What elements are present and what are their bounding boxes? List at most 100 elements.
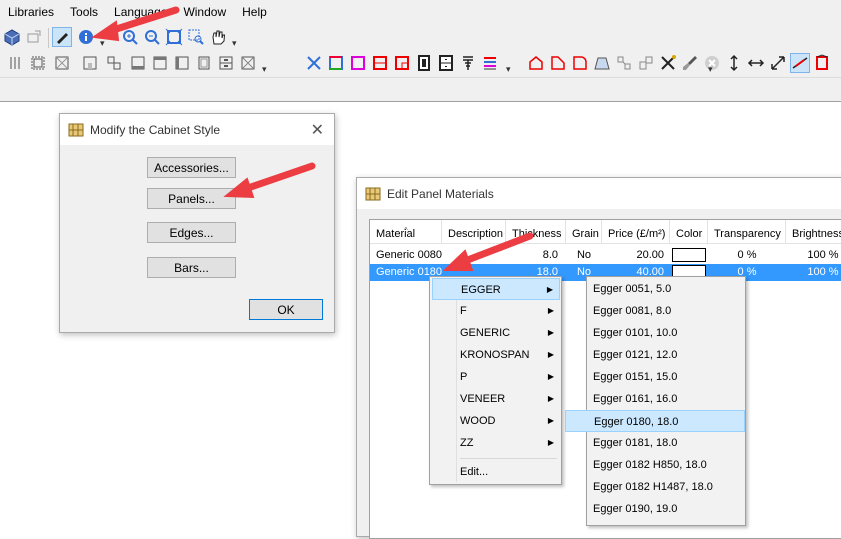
dialog-title: Edit Panel Materials	[387, 186, 494, 201]
lines-icon[interactable]	[480, 53, 500, 73]
panel-7-icon[interactable]	[150, 53, 170, 73]
submenu-item[interactable]: Egger 0121, 12.0	[589, 344, 745, 366]
panel-9-icon[interactable]	[194, 53, 214, 73]
drawer-icon[interactable]	[436, 53, 456, 73]
color-panel-icon[interactable]	[326, 53, 346, 73]
brush-icon[interactable]	[680, 53, 700, 73]
panel-2-icon[interactable]	[28, 53, 48, 73]
menu-item-edit[interactable]: Edit...	[432, 461, 560, 483]
column-color[interactable]: Color	[670, 220, 708, 244]
material-context-menu: EGGER ▶ F ▶ GENERIC ▶ KRONOSPAN ▶ P ▶ VENEER ▶…	[429, 276, 562, 485]
3d-view-icon[interactable]	[2, 27, 22, 47]
shape-3-icon[interactable]	[570, 53, 590, 73]
submenu-item[interactable]: Egger 0181, 18.0	[589, 432, 745, 454]
menu-libraries[interactable]: Libraries	[0, 0, 62, 24]
menu-item-kronospan[interactable]: KRONOSPAN ▶	[432, 344, 560, 366]
submenu-item[interactable]: Egger 0182 H850, 18.0	[589, 454, 745, 476]
table-row[interactable]: Generic 0080 8.0 No 20.00 0 % 100 %	[370, 247, 841, 264]
move-icon[interactable]	[24, 27, 44, 47]
menu-language[interactable]: Language	[106, 0, 175, 24]
panel-3-icon[interactable]	[52, 53, 72, 73]
diagonal-icon[interactable]	[768, 53, 788, 73]
shape-5-icon[interactable]	[614, 53, 634, 73]
menu-item-egger[interactable]: EGGER ▶	[432, 278, 560, 300]
pencil-icon[interactable]	[52, 27, 72, 47]
zoom-out-icon[interactable]	[142, 27, 162, 47]
panel-1-icon[interactable]	[6, 53, 26, 73]
bars-button[interactable]: Bars...	[147, 257, 236, 278]
pan-hand-icon[interactable]	[208, 27, 228, 47]
submenu-item[interactable]: Egger 0182 H1487, 18.0	[589, 476, 745, 498]
height-icon[interactable]	[724, 53, 744, 73]
cabinet-style-dialog: Modify the Cabinet Style ✕ Accessories..…	[59, 113, 335, 333]
submenu-item-selected[interactable]: Egger 0180, 18.0	[565, 410, 745, 432]
panel-4-icon[interactable]	[80, 53, 100, 73]
toolbar-grip-icon[interactable]: ▾	[262, 64, 267, 75]
toolbar-strip	[0, 78, 841, 102]
panel-6-icon[interactable]	[128, 53, 148, 73]
menu-item-p[interactable]: P ▶	[432, 366, 560, 388]
accessories-button[interactable]: Accessories...	[147, 157, 236, 178]
panel-11-icon[interactable]	[238, 53, 258, 73]
submenu-arrow-icon: ▶	[547, 306, 554, 315]
column-material[interactable]: ^ Material	[370, 220, 442, 244]
menu-item-f[interactable]: F ▶	[432, 300, 560, 322]
info-icon[interactable]	[76, 27, 96, 47]
panel-5-icon[interactable]	[104, 53, 124, 73]
shape-6-icon[interactable]	[636, 53, 656, 73]
dialog-titlebar[interactable]: Modify the Cabinet Style ✕	[60, 114, 334, 145]
menu-item-veneer[interactable]: VENEER ▶	[432, 388, 560, 410]
depth-icon[interactable]	[812, 53, 832, 73]
menu-window[interactable]: Window	[175, 0, 234, 24]
zoom-in-icon[interactable]	[120, 27, 140, 47]
zoom-window-icon[interactable]	[186, 27, 206, 47]
menu-item-zz[interactable]: ZZ ▶	[432, 432, 560, 454]
panel-10-icon[interactable]	[216, 53, 236, 73]
toolbar-grip-icon[interactable]: ▾	[232, 38, 237, 49]
shape-2-icon[interactable]	[548, 53, 568, 73]
submenu-item[interactable]: Egger 0151, 15.0	[589, 366, 745, 388]
measure-icon[interactable]	[790, 53, 810, 73]
column-grain[interactable]: Grain	[566, 220, 602, 244]
ok-button[interactable]: OK	[249, 299, 323, 320]
toolbar-grip-icon[interactable]: ▾	[708, 64, 713, 75]
column-price[interactable]: Price (£/m²)	[602, 220, 670, 244]
panels-button[interactable]: Panels...	[147, 188, 236, 209]
close-icon[interactable]: ✕	[311, 120, 324, 140]
magenta-panel-icon[interactable]	[348, 53, 368, 73]
zoom-fit-icon[interactable]	[164, 27, 184, 47]
submenu-arrow-icon: ▶	[547, 438, 554, 447]
menu-help[interactable]: Help	[234, 0, 275, 24]
menu-tools[interactable]: Tools	[62, 0, 106, 24]
menu-item-wood[interactable]: WOOD ▶	[432, 410, 560, 432]
toolbar-grip-icon[interactable]: ▾	[100, 38, 105, 49]
door-icon[interactable]	[414, 53, 434, 73]
shape-4-icon[interactable]	[592, 53, 612, 73]
menu-item-generic[interactable]: GENERIC ▶	[432, 322, 560, 344]
red-grid-icon[interactable]	[392, 53, 412, 73]
submenu-item[interactable]: Egger 0081, 8.0	[589, 300, 745, 322]
panel-8-icon[interactable]	[172, 53, 192, 73]
edges-button[interactable]: Edges...	[147, 222, 236, 243]
submenu-item[interactable]: Egger 0161, 16.0	[589, 388, 745, 410]
submenu-item[interactable]: Egger 0051, 5.0	[589, 278, 745, 300]
cross-icon[interactable]	[658, 53, 678, 73]
column-thickness[interactable]: Thickness	[506, 220, 566, 244]
width-icon[interactable]	[746, 53, 766, 73]
red-panel-icon[interactable]	[370, 53, 390, 73]
cell-transparency: 0 %	[737, 249, 757, 261]
column-transparency[interactable]: Transparency	[708, 220, 786, 244]
submenu-item[interactable]: Egger 0190, 19.0	[589, 498, 745, 520]
shape-1-icon[interactable]	[526, 53, 546, 73]
color-swatch[interactable]	[672, 248, 706, 262]
toolbar-grip-icon[interactable]: ▾	[506, 64, 511, 75]
hinge-icon[interactable]	[458, 53, 478, 73]
column-description[interactable]: Description	[442, 220, 506, 244]
table-header: ^ Material Description Thickness Grain Pr…	[370, 220, 841, 244]
submenu-item[interactable]: Egger 0101, 10.0	[589, 322, 745, 344]
tools-icon[interactable]	[304, 53, 324, 73]
sort-caret-icon: ^	[404, 226, 408, 235]
column-brightness[interactable]: Brightness	[786, 220, 841, 244]
cell-brightness: 100 %	[807, 266, 839, 278]
dialog-titlebar[interactable]: Edit Panel Materials	[357, 178, 841, 209]
